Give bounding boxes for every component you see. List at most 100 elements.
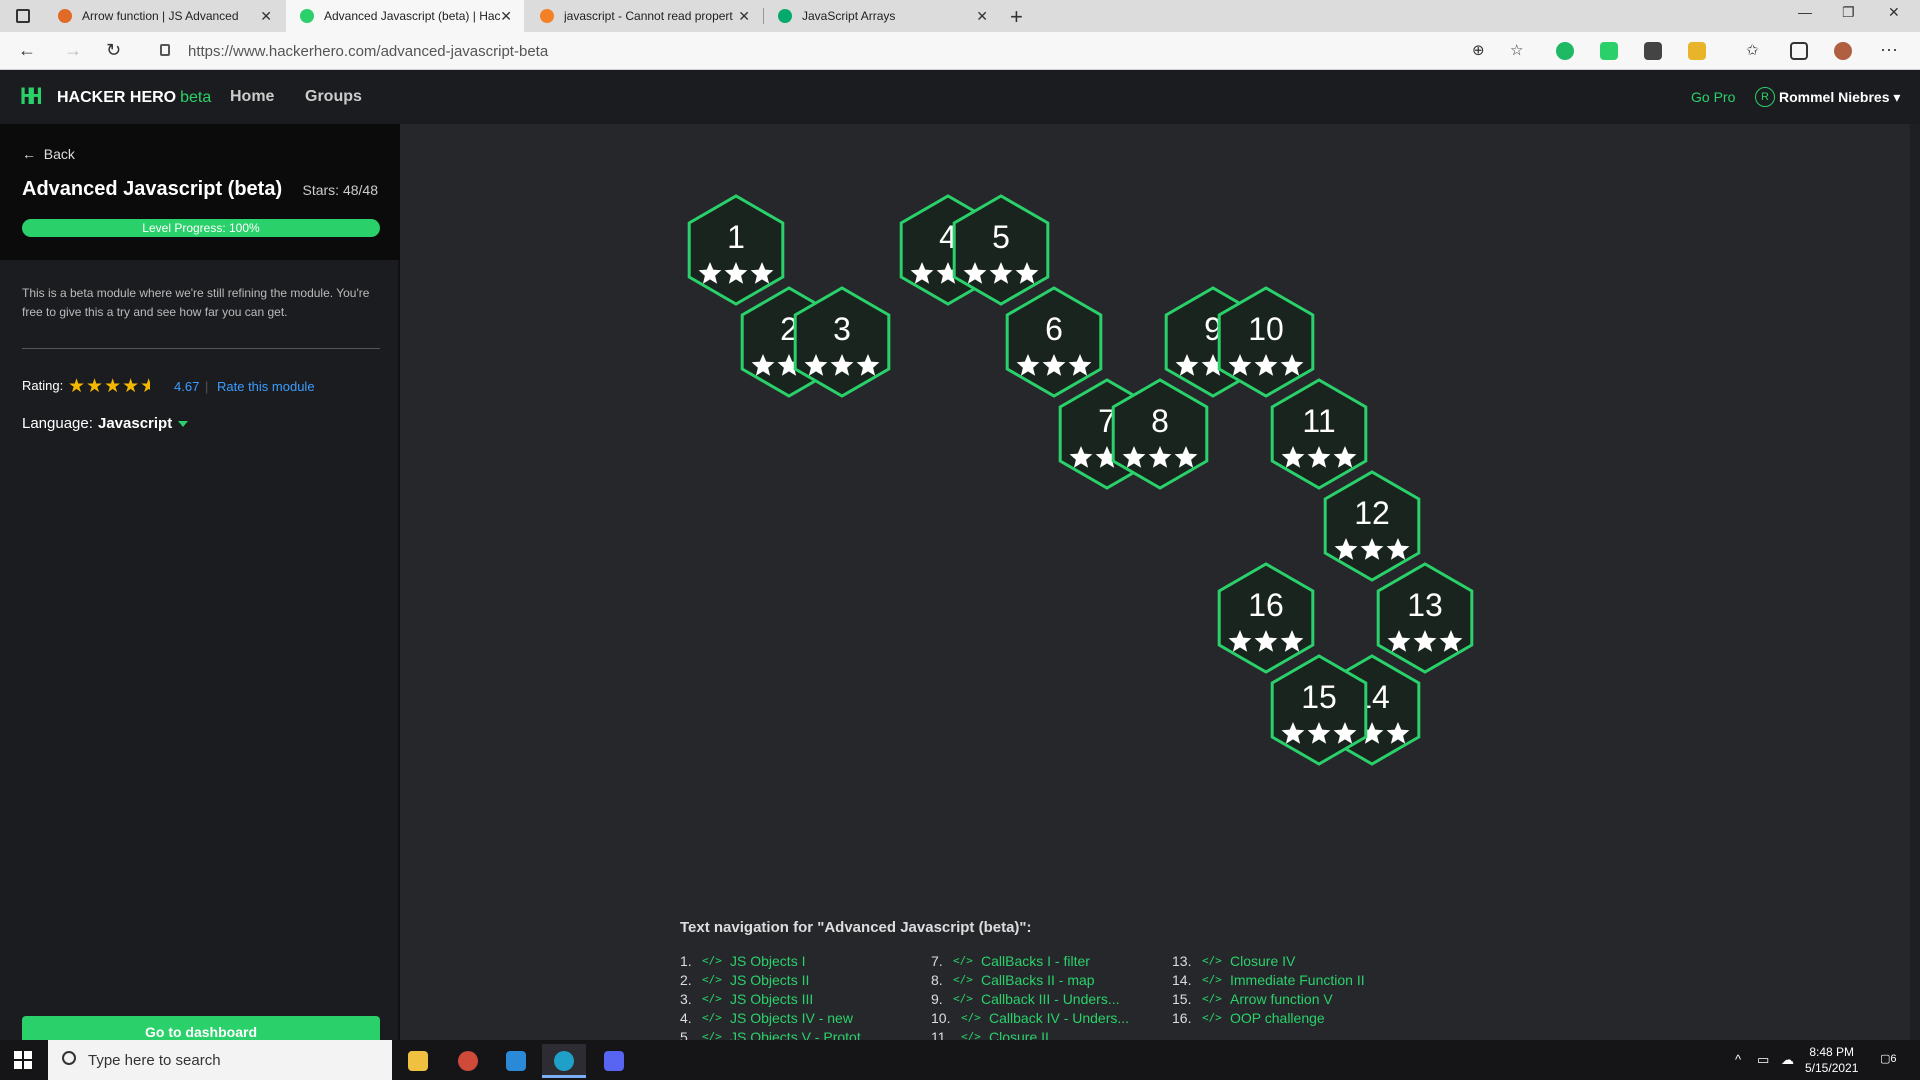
- level-hex-11[interactable]: 11: [1270, 378, 1368, 490]
- browser-tab-1[interactable]: Arrow function | JS Advanced ✕: [44, 0, 284, 32]
- collections-icon[interactable]: [1790, 42, 1808, 60]
- level-hex-13[interactable]: 13: [1376, 562, 1474, 674]
- text-nav-link[interactable]: JS Objects IV - new: [730, 1010, 853, 1026]
- text-nav-link[interactable]: CallBacks I - filter: [981, 953, 1090, 969]
- text-nav-item[interactable]: 16. </> OOP challenge: [1172, 1008, 1365, 1027]
- back-arrow-icon[interactable]: ←: [18, 40, 36, 61]
- level-hex-16[interactable]: 16: [1217, 562, 1315, 674]
- favorites-icon[interactable]: ✩: [1746, 41, 1759, 59]
- code-icon: </>: [1202, 954, 1222, 967]
- level-hex-map: 12 34 567 89 10111213141516: [687, 194, 1474, 766]
- file-explorer-app[interactable]: [396, 1044, 440, 1078]
- minimize-icon[interactable]: —: [1798, 4, 1812, 20]
- browser-tab-3[interactable]: javascript - Cannot read propert ✕: [526, 0, 762, 32]
- code-icon: </>: [1202, 973, 1222, 986]
- forward-arrow-icon[interactable]: →: [64, 40, 82, 61]
- profile-avatar[interactable]: [1834, 42, 1852, 60]
- text-nav-item[interactable]: 10. </> Callback IV - Unders...: [931, 1008, 1129, 1027]
- close-tab-icon[interactable]: ✕: [500, 8, 512, 25]
- new-tab-button[interactable]: +: [1010, 4, 1023, 30]
- tab-actions-icon[interactable]: [16, 9, 30, 23]
- system-clock[interactable]: 8:48 PM 5/15/2021: [1805, 1044, 1858, 1076]
- user-menu[interactable]: Rommel Niebres ▾: [1779, 89, 1900, 106]
- text-nav-link[interactable]: Immediate Function II: [1230, 972, 1365, 988]
- browser-tab-4[interactable]: JavaScript Arrays ✕: [764, 0, 1000, 32]
- level-hex-1[interactable]: 1: [687, 194, 785, 306]
- hacker-hero-logo-icon[interactable]: HH: [20, 85, 48, 111]
- text-nav-item[interactable]: 1. </> JS Objects I: [680, 951, 872, 970]
- edge-icon: [554, 1051, 574, 1071]
- windows-start-icon[interactable]: [14, 1051, 32, 1069]
- text-nav-item[interactable]: 8. </> CallBacks II - map: [931, 970, 1129, 989]
- text-nav-link[interactable]: Callback IV - Unders...: [989, 1010, 1129, 1026]
- level-number: 1: [727, 219, 745, 255]
- text-nav-number: 7.: [931, 952, 943, 969]
- favorite-add-icon[interactable]: ☆: [1510, 41, 1523, 59]
- text-nav-item[interactable]: 14. </> Immediate Function II: [1172, 970, 1365, 989]
- divider: [22, 348, 380, 349]
- vscode-icon: [506, 1051, 526, 1071]
- scrollbar[interactable]: [1910, 124, 1920, 1040]
- text-nav-number: 13.: [1172, 952, 1192, 969]
- nav-home[interactable]: Home: [230, 88, 274, 106]
- taskbar-app[interactable]: [446, 1044, 490, 1078]
- window-close-icon[interactable]: ✕: [1888, 4, 1900, 21]
- chevron-down-icon[interactable]: [178, 421, 188, 427]
- browser-tab-bar: Arrow function | JS Advanced ✕ Advanced …: [0, 0, 1920, 32]
- text-nav-link[interactable]: JS Objects I: [730, 953, 805, 969]
- brand-beta-label: beta: [180, 89, 212, 106]
- text-nav-link[interactable]: Arrow function V: [1230, 991, 1333, 1007]
- text-nav-item[interactable]: 2. </> JS Objects II: [680, 970, 872, 989]
- go-pro-link[interactable]: Go Pro: [1691, 89, 1735, 105]
- text-nav-link[interactable]: Closure IV: [1230, 953, 1295, 969]
- text-nav-item[interactable]: 7. </> CallBacks I - filter: [931, 951, 1129, 970]
- level-number: 10: [1248, 311, 1284, 347]
- text-nav-item[interactable]: 3. </> JS Objects III: [680, 989, 872, 1008]
- extension-icon[interactable]: [1644, 42, 1662, 60]
- discord-app[interactable]: [592, 1044, 636, 1078]
- close-tab-icon[interactable]: ✕: [260, 8, 272, 25]
- rate-module-link[interactable]: Rate this module: [217, 379, 315, 394]
- network-icon[interactable]: ▭: [1757, 1052, 1769, 1068]
- shield-extension-icon[interactable]: [1600, 42, 1618, 60]
- text-nav-item[interactable]: 4. </> JS Objects IV - new: [680, 1008, 872, 1027]
- edge-app[interactable]: [542, 1044, 586, 1078]
- url-field[interactable]: https://www.hackerhero.com/advanced-java…: [188, 43, 548, 60]
- rating-value: 4.67: [174, 379, 200, 394]
- grammarly-extension-icon[interactable]: [1556, 42, 1574, 60]
- text-nav-link[interactable]: Callback III - Unders...: [981, 991, 1120, 1007]
- text-nav-link[interactable]: OOP challenge: [1230, 1010, 1325, 1026]
- taskbar-search-box[interactable]: Type here to search: [48, 1040, 392, 1080]
- user-avatar[interactable]: R: [1755, 87, 1775, 107]
- restore-icon[interactable]: ❐: [1842, 4, 1855, 21]
- text-nav-item[interactable]: 9. </> Callback III - Unders...: [931, 989, 1129, 1008]
- tray-chevron-up-icon[interactable]: ^: [1735, 1052, 1741, 1067]
- close-tab-icon[interactable]: ✕: [976, 8, 988, 25]
- close-tab-icon[interactable]: ✕: [738, 8, 750, 25]
- back-link[interactable]: ← Back: [22, 146, 75, 162]
- onedrive-icon[interactable]: ☁: [1781, 1052, 1794, 1068]
- vscode-app[interactable]: [494, 1044, 538, 1078]
- text-nav-link[interactable]: CallBacks II - map: [981, 972, 1095, 988]
- notification-center-icon[interactable]: ▢6: [1880, 1052, 1897, 1065]
- text-nav-item[interactable]: 13. </> Closure IV: [1172, 951, 1365, 970]
- text-nav-item[interactable]: 15. </> Arrow function V: [1172, 989, 1365, 1008]
- level-hex-6[interactable]: 6: [1005, 286, 1103, 398]
- lock-icon[interactable]: [160, 44, 170, 56]
- text-nav-number: 10.: [931, 1009, 951, 1026]
- extension-icon[interactable]: [1688, 42, 1706, 60]
- text-nav-link[interactable]: JS Objects III: [730, 991, 813, 1007]
- text-nav-link[interactable]: JS Objects II: [730, 972, 809, 988]
- clock-date: 5/15/2021: [1805, 1061, 1859, 1075]
- nav-groups[interactable]: Groups: [305, 88, 362, 106]
- module-title: Advanced Javascript (beta): [22, 178, 283, 200]
- zoom-icon[interactable]: ⊕: [1472, 41, 1485, 59]
- text-nav-number: 16.: [1172, 1009, 1192, 1026]
- rating-separator: |: [205, 379, 209, 394]
- reload-icon[interactable]: ↻: [106, 40, 121, 61]
- language-select[interactable]: Javascript: [98, 415, 172, 432]
- level-hex-12[interactable]: 12: [1323, 470, 1421, 582]
- more-menu-icon[interactable]: ···: [1880, 39, 1898, 60]
- browser-tab-2[interactable]: Advanced Javascript (beta) | Hac ✕: [286, 0, 524, 32]
- brand-logo[interactable]: HACKER HERO beta: [57, 89, 211, 107]
